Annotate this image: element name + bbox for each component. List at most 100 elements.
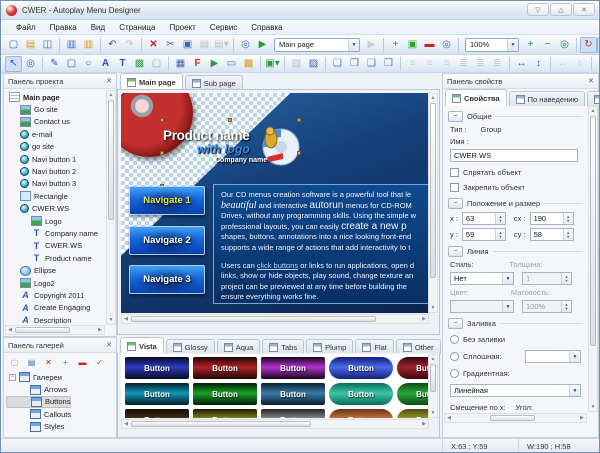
save-project-icon[interactable]: ◫: [39, 37, 56, 53]
fill-radio[interactable]: [450, 335, 459, 344]
gallery-tree-item[interactable]: Arrows: [6, 383, 67, 395]
gallery-button-swatch[interactable]: Button: [193, 357, 257, 379]
bring-forward-icon[interactable]: ❑: [363, 56, 380, 72]
roundrect-tool-icon[interactable]: ▢: [148, 56, 165, 72]
refresh-icon[interactable]: ↻: [580, 36, 597, 53]
slideshow-object-icon[interactable]: ▩: [240, 56, 257, 72]
import-page-icon[interactable]: ▥: [63, 37, 80, 53]
checkbox[interactable]: [450, 168, 459, 177]
menu-item-Правка[interactable]: Правка: [43, 23, 84, 32]
cut-icon[interactable]: ✂: [162, 37, 179, 53]
gallery-button-swatch[interactable]: Button: [125, 357, 189, 379]
maximize-button[interactable]: △: [550, 3, 572, 16]
selection-handle[interactable]: [228, 118, 232, 122]
page-combo[interactable]: Main page ▼: [274, 37, 360, 52]
property-input[interactable]: 59 ▲ ▼: [461, 228, 506, 241]
spinner-icon[interactable]: ▲ ▼: [494, 229, 505, 240]
zoom-out-icon[interactable]: −: [539, 37, 556, 53]
undo-icon[interactable]: ↶: [104, 37, 121, 53]
verify-icon[interactable]: ✓: [91, 355, 108, 371]
gallery-tab-other[interactable]: Other: [395, 339, 441, 354]
selection-handle[interactable]: [297, 118, 301, 122]
project-tree-item[interactable]: A Create Engaging: [6, 302, 105, 314]
copy-icon[interactable]: ▣: [179, 37, 196, 53]
project-tree-item[interactable]: Navi button 3: [6, 178, 105, 190]
solid-color-picker[interactable]: ▼: [525, 350, 581, 363]
same-height-icon[interactable]: ↕: [530, 56, 547, 72]
name-input[interactable]: CWER.WS: [450, 149, 578, 162]
navigate-button-1[interactable]: Navigate 1: [129, 186, 205, 215]
delete-gallery-icon[interactable]: ✕: [40, 355, 57, 371]
navigate-button-3[interactable]: Navigate 3: [129, 265, 205, 294]
project-tree-item[interactable]: Go site: [6, 103, 105, 115]
properties-panel-close-icon[interactable]: ✕: [588, 77, 594, 85]
rename-gallery-icon[interactable]: ▤: [23, 355, 40, 371]
project-tree-item[interactable]: go site: [6, 141, 105, 153]
menu-item-Сервис[interactable]: Сервис: [203, 23, 244, 32]
zoom-fit-icon[interactable]: ◎: [556, 37, 573, 53]
new-project-icon[interactable]: ▢: [5, 37, 22, 53]
menu-item-Вид[interactable]: Вид: [84, 23, 112, 32]
gallery-tree-item[interactable]: Buttons: [6, 395, 72, 409]
project-tree-vscrollbar[interactable]: ▲ ▼: [106, 90, 116, 325]
page-combo-dropdown-icon[interactable]: ▼: [348, 38, 359, 51]
properties-tab-по-наведению[interactable]: По наведению: [508, 91, 586, 106]
property-input[interactable]: 190 ▲ ▼: [529, 212, 574, 225]
gallery-button-swatch[interactable]: Button: [193, 383, 257, 405]
minimize-button[interactable]: ▽: [527, 3, 549, 16]
pen-tool-icon[interactable]: ✎: [46, 56, 63, 72]
menu-item-Проект[interactable]: Проект: [162, 23, 202, 32]
spinner-icon[interactable]: ▲ ▼: [562, 213, 573, 224]
gallery-button-swatch[interactable]: Button: [397, 383, 429, 405]
export-page-icon[interactable]: ▥: [80, 37, 97, 53]
canvas-vscrollbar[interactable]: ▲ ▼: [428, 93, 438, 313]
select-tool-icon[interactable]: ↖: [5, 55, 22, 72]
video-object-icon[interactable]: ▶: [206, 56, 223, 72]
property-input[interactable]: Нет ▼: [450, 272, 514, 285]
remove-page-icon[interactable]: ▬: [421, 37, 438, 53]
new-gallery-icon[interactable]: ▢: [6, 355, 23, 371]
project-tree-item[interactable]: Navi button 1: [6, 153, 105, 165]
navigate-button-2[interactable]: Navigate 2: [129, 225, 205, 255]
project-tree-item[interactable]: Logo2: [6, 277, 105, 289]
web-object-icon[interactable]: ▦: [172, 56, 189, 72]
gallery-button-swatch[interactable]: Button: [261, 357, 325, 379]
gallery-button-swatch[interactable]: Button: [329, 383, 393, 405]
project-tree-item[interactable]: Contact us: [6, 116, 105, 128]
add-page-icon[interactable]: +: [387, 37, 404, 53]
fill-radio[interactable]: [450, 352, 459, 361]
gallery-button-swatch[interactable]: Button: [193, 409, 257, 418]
selection-handle[interactable]: [297, 151, 301, 155]
with-logo-text[interactable]: with logo: [197, 142, 250, 156]
gallery-hscrollbar[interactable]: ◀ ▶: [121, 419, 429, 429]
gallery-tree-item[interactable]: Styles: [6, 421, 64, 433]
collapse-icon[interactable]: −: [9, 373, 16, 381]
duplicate-page-icon[interactable]: ▣: [404, 37, 421, 53]
selection-handle[interactable]: [160, 118, 164, 122]
selection-handle[interactable]: [160, 151, 164, 155]
send-back-icon[interactable]: ❐: [346, 56, 363, 72]
image-tool-icon[interactable]: ▩: [131, 56, 148, 72]
property-input[interactable]: Линейная ▼: [450, 384, 581, 397]
ellipse-tool-icon[interactable]: ○: [80, 56, 97, 72]
dropdown-icon[interactable]: ▼: [569, 385, 580, 396]
build-icon[interactable]: ▶: [254, 37, 271, 53]
project-tree-item[interactable]: A Description: [6, 314, 105, 324]
preview-page-icon[interactable]: ◎: [438, 37, 455, 53]
zoom-combo-dropdown-icon[interactable]: ▼: [507, 38, 518, 51]
find-icon[interactable]: ◎: [237, 37, 254, 53]
canvas-hscrollbar[interactable]: ◀ ▶: [121, 314, 429, 324]
dropdown-icon[interactable]: ▼: [569, 351, 580, 362]
gallery-button-swatch[interactable]: Button: [397, 357, 429, 379]
dialog-object-icon[interactable]: ▭: [223, 56, 240, 72]
project-tree-item[interactable]: Rectangle: [6, 190, 105, 202]
project-tree-item[interactable]: Main page: [6, 91, 105, 103]
gallery-button-swatch[interactable]: Button: [397, 409, 429, 418]
gallery-button-swatch[interactable]: Button: [329, 357, 393, 379]
rectangle-tool-icon[interactable]: ▢: [63, 56, 80, 72]
zoom-in-icon[interactable]: +: [522, 37, 539, 53]
project-tree-item[interactable]: Logo: [6, 215, 105, 227]
gallery-button-swatch[interactable]: Button: [261, 383, 325, 405]
logo-image[interactable]: [257, 123, 301, 169]
close-button[interactable]: ✕: [573, 3, 595, 16]
